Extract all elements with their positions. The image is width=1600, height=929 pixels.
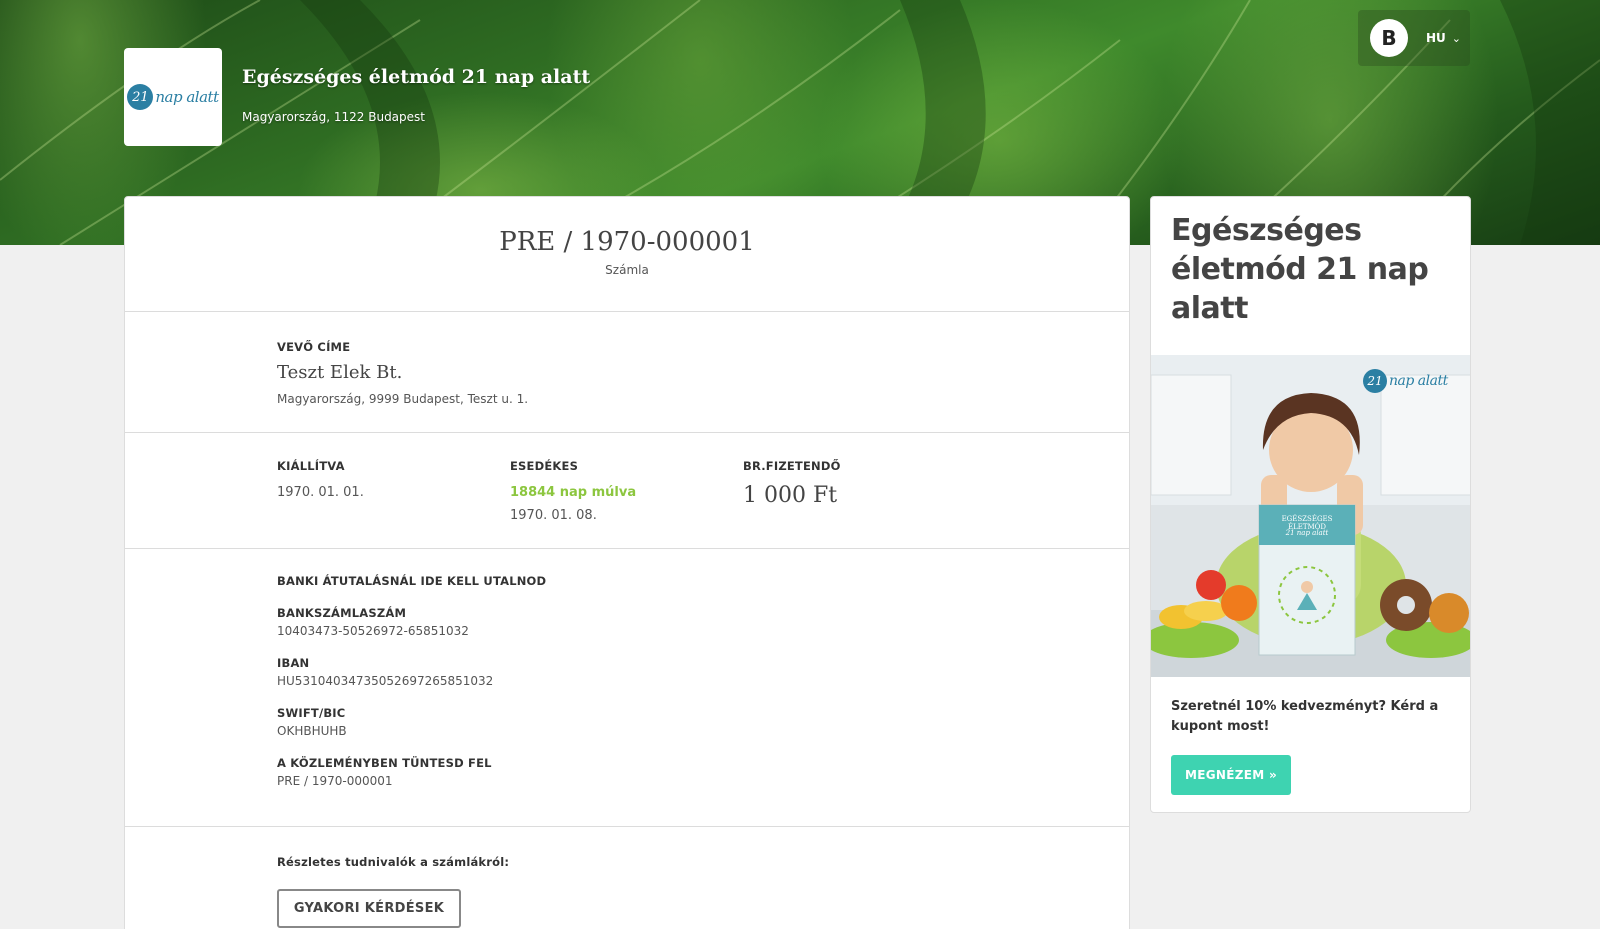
promo-title: Egészséges életmód 21 nap alatt: [1171, 213, 1429, 326]
promo-image[interactable]: 21 nap alatt EGÉSZSÉGES ÉLETMÓD 21 nap a…: [1151, 355, 1470, 677]
gross-label: BR.FIZETENDŐ: [743, 459, 841, 473]
buyer-label: VEVŐ CÍME: [277, 340, 351, 354]
bank-heading: BANKI ÁTUTALÁSNÁL IDE KELL UTALNOD: [277, 574, 547, 588]
buyer-address: Magyarország, 9999 Budapest, Teszt u. 1.: [277, 392, 529, 406]
invoice-card: PRE / 1970-000001 Számla VEVŐ CÍME Teszt…: [124, 196, 1130, 929]
faq-section: Részletes tudnivalók a számlákról: GYAKO…: [125, 827, 1129, 929]
promo-logo-text: nap alatt: [1389, 373, 1448, 389]
issued-column: KIÁLLÍTVA 1970. 01. 01.: [277, 459, 364, 500]
due-relative: 18844 nap múlva: [510, 485, 637, 500]
faq-label: Részletes tudnivalók a számlákról:: [277, 855, 510, 869]
logo-text: nap alatt: [155, 88, 219, 106]
language-code: HU: [1426, 31, 1446, 45]
reference-label: A KÖZLEMÉNYBEN TÜNTESD FEL: [277, 756, 492, 770]
invoice-header: PRE / 1970-000001 Számla: [125, 197, 1129, 312]
logo-number: 21: [127, 84, 154, 110]
bank-account-value: 10403473-50526972-65851032: [277, 624, 469, 638]
due-label: ESEDÉKES: [510, 459, 579, 473]
company-address: Magyarország, 1122 Budapest: [242, 110, 425, 124]
issued-date: 1970. 01. 01.: [277, 485, 364, 500]
due-column: ESEDÉKES 18844 nap múlva 1970. 01. 08.: [510, 459, 636, 523]
buyer-name: Teszt Elek Bt.: [277, 362, 403, 383]
language-selector[interactable]: B HU ⌄: [1358, 10, 1470, 66]
iban: IBAN HU53104034735052697265851032: [277, 656, 1129, 688]
promo-text: Szeretnél 10% kedvezményt? Kérd a kupont…: [1171, 699, 1439, 734]
reference-value: PRE / 1970-000001: [277, 774, 393, 788]
bank-account-label: BANKSZÁMLASZÁM: [277, 606, 407, 620]
company-logo: 21 nap alatt: [124, 48, 222, 146]
payment-reference: A KÖZLEMÉNYBEN TÜNTESD FEL PRE / 1970-00…: [277, 756, 1129, 788]
bank-account: BANKSZÁMLASZÁM 10403473-50526972-6585103…: [277, 606, 1129, 638]
due-date: 1970. 01. 08.: [510, 508, 597, 523]
gross-column: BR.FIZETENDŐ 1 000 Ft: [743, 459, 841, 508]
invoice-type: Számla: [605, 263, 649, 277]
brand-icon: B: [1370, 19, 1408, 57]
swift-label: SWIFT/BIC: [277, 706, 346, 720]
promo-logo-number: 21: [1363, 369, 1387, 393]
promo-card: Egészséges életmód 21 nap alatt 21 nap a…: [1150, 196, 1471, 813]
dates-section: KIÁLLÍTVA 1970. 01. 01. ESEDÉKES 18844 n…: [125, 433, 1129, 549]
bank-section: BANKI ÁTUTALÁSNÁL IDE KELL UTALNOD BANKS…: [125, 549, 1129, 827]
buyer-section: VEVŐ CÍME Teszt Elek Bt. Magyarország, 9…: [125, 312, 1129, 433]
promo-button[interactable]: MEGNÉZEM »: [1171, 755, 1291, 795]
iban-label: IBAN: [277, 656, 310, 670]
faq-button[interactable]: GYAKORI KÉRDÉSEK: [277, 889, 461, 928]
iban-value: HU53104034735052697265851032: [277, 674, 494, 688]
swift-value: OKHBHUHB: [277, 724, 347, 738]
book-cover-subtitle: 21 nap alatt: [1285, 529, 1329, 537]
swift: SWIFT/BIC OKHBHUHB: [277, 706, 1129, 738]
issued-label: KIÁLLÍTVA: [277, 459, 345, 473]
promo-logo: 21 nap alatt: [1363, 369, 1448, 393]
chevron-down-icon: ⌄: [1451, 31, 1462, 45]
gross-amount: 1 000 Ft: [743, 483, 838, 508]
invoice-number: PRE / 1970-000001: [499, 227, 755, 257]
company-name: Egészséges életmód 21 nap alatt: [242, 66, 591, 88]
